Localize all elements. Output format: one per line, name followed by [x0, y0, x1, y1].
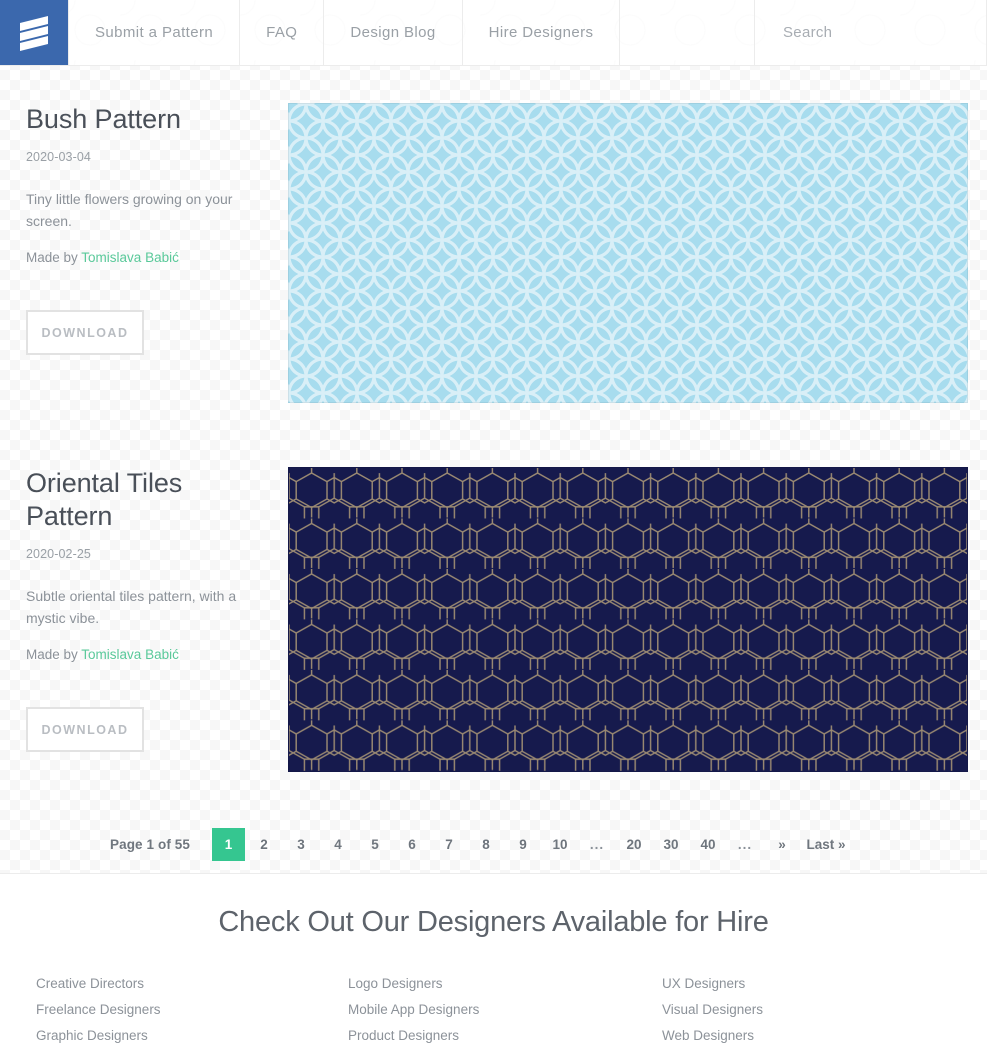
- pattern-author-line: Made by Tomislava Babić: [26, 647, 262, 662]
- author-link[interactable]: Tomislava Babić: [81, 250, 179, 265]
- footer-column-3: UX Designers Visual Designers Web Design…: [662, 971, 976, 1046]
- pattern-title: Bush Pattern: [26, 104, 181, 134]
- footer-link-visual-designers[interactable]: Visual Designers: [662, 997, 976, 1023]
- pattern-author-line: Made by Tomislava Babić: [26, 250, 262, 265]
- pattern-description: Subtle oriental tiles pattern, with a my…: [26, 587, 237, 626]
- footer-link-ux-designers[interactable]: UX Designers: [662, 971, 976, 997]
- oriental-tiles-art: [289, 468, 967, 771]
- page-link-5[interactable]: 5: [357, 829, 393, 860]
- nav-item-faq[interactable]: FAQ: [240, 0, 325, 65]
- pattern-card-info: Bush Pattern 2020-03-04 Tiny little flow…: [26, 103, 288, 356]
- made-by-label: Made by: [26, 647, 78, 663]
- nav-spacer: [620, 0, 755, 65]
- page-link-20[interactable]: 20: [616, 829, 652, 860]
- pattern-description: Tiny little flowers growing on your scre…: [26, 190, 233, 229]
- footer-column-2: Logo Designers Mobile App Designers Prod…: [348, 971, 662, 1046]
- pagination: Page 1 of 55 1 2 3 4 5 6 7 8 9 10 ... 20…: [0, 816, 987, 874]
- footer-link-logo-designers[interactable]: Logo Designers: [348, 971, 662, 997]
- footer: Check Out Our Designers Available for Hi…: [0, 874, 987, 1046]
- pattern-preview-bush[interactable]: [288, 103, 968, 403]
- page-link-9[interactable]: 9: [505, 829, 541, 860]
- download-button[interactable]: DOWNLOAD: [26, 707, 144, 753]
- nav-item-design-blog[interactable]: Design Blog: [324, 0, 463, 65]
- nav-item-submit-a-pattern[interactable]: Submit a Pattern: [68, 0, 241, 65]
- footer-link-web-designers[interactable]: Web Designers: [662, 1023, 976, 1046]
- nav-item-hire-designers[interactable]: Hire Designers: [463, 0, 621, 65]
- pattern-date: 2020-02-25: [26, 546, 91, 561]
- page-link-1[interactable]: 1: [212, 828, 245, 861]
- footer-column-1: Creative Directors Freelance Designers G…: [36, 971, 350, 1046]
- pagination-summary: Page 1 of 55: [110, 837, 190, 852]
- search-area: [755, 0, 987, 65]
- page-link-3[interactable]: 3: [283, 829, 319, 860]
- logo-stripes-icon: [20, 15, 48, 51]
- footer-link-freelance-designers[interactable]: Freelance Designers: [36, 997, 350, 1023]
- page-link-2[interactable]: 2: [246, 829, 282, 860]
- pattern-list: Bush Pattern 2020-03-04 Tiny little flow…: [0, 66, 987, 874]
- site-header: Submit a Pattern FAQ Design Blog Hire De…: [0, 0, 987, 66]
- page-ellipsis-right: ...: [737, 837, 753, 852]
- page-last-button[interactable]: Last »: [801, 829, 851, 860]
- search-input[interactable]: [783, 24, 982, 41]
- pattern-title: Oriental Tiles Pattern: [26, 468, 183, 531]
- pattern-card-info: Oriental Tiles Pattern 2020-02-25 Subtle…: [26, 467, 288, 753]
- page-link-6[interactable]: 6: [394, 829, 430, 860]
- pattern-card-oriental: Oriental Tiles Pattern 2020-02-25 Subtle…: [0, 403, 987, 772]
- footer-link-graphic-designers[interactable]: Graphic Designers: [36, 1023, 350, 1046]
- site-logo[interactable]: [0, 0, 68, 65]
- page-link-40[interactable]: 40: [690, 829, 726, 860]
- page-link-10[interactable]: 10: [542, 829, 578, 860]
- pattern-preview-oriental[interactable]: [288, 467, 968, 772]
- footer-columns: Creative Directors Freelance Designers G…: [0, 971, 987, 1046]
- pattern-date: 2020-03-04: [26, 149, 91, 164]
- footer-title: Check Out Our Designers Available for Hi…: [218, 906, 769, 938]
- page-link-8[interactable]: 8: [468, 829, 504, 860]
- page-next-button[interactable]: »: [764, 829, 800, 860]
- footer-link-mobile-app-designers[interactable]: Mobile App Designers: [348, 997, 662, 1023]
- pattern-card-bush: Bush Pattern 2020-03-04 Tiny little flow…: [0, 66, 987, 403]
- page-link-7[interactable]: 7: [431, 829, 467, 860]
- footer-link-product-designers[interactable]: Product Designers: [348, 1023, 662, 1046]
- made-by-label: Made by: [26, 250, 78, 266]
- main-nav: Submit a Pattern FAQ Design Blog Hire De…: [68, 0, 621, 65]
- page-link-4[interactable]: 4: [320, 829, 356, 860]
- footer-link-creative-directors[interactable]: Creative Directors: [36, 971, 350, 997]
- page-link-30[interactable]: 30: [653, 829, 689, 860]
- page-ellipsis-left: ...: [589, 837, 605, 852]
- author-link[interactable]: Tomislava Babić: [81, 647, 179, 662]
- download-button[interactable]: DOWNLOAD: [26, 310, 144, 356]
